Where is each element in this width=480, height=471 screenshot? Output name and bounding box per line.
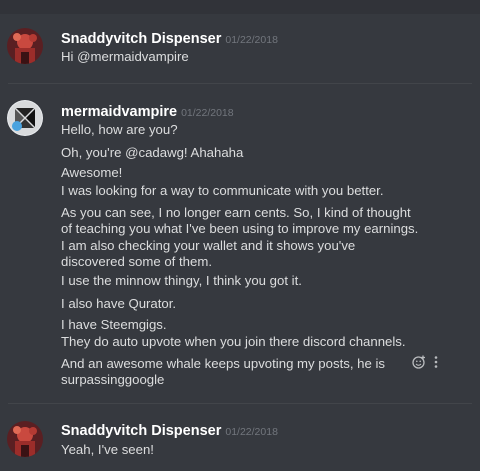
more-options-icon[interactable]: [434, 355, 438, 374]
message-header: Snaddyvitch Dispenser 01/22/2018: [61, 422, 278, 440]
message-text: Hello, how are you?: [61, 122, 178, 137]
username[interactable]: mermaidvampire: [61, 104, 177, 120]
message-text: I also have Qurator.: [61, 296, 177, 311]
username[interactable]: Snaddyvitch Dispenser: [61, 423, 221, 439]
message-actions: [412, 355, 438, 374]
username[interactable]: Snaddyvitch Dispenser: [61, 31, 221, 47]
message-divider: [8, 83, 472, 84]
message-text: I am also checking your wallet and it sh…: [61, 238, 356, 269]
message-text: I was looking for a way to communicate w…: [61, 183, 384, 198]
timestamp: 01/22/2018: [225, 426, 278, 438]
message-divider: [8, 403, 472, 404]
message-header: Snaddyvitch Dispenser 01/22/2018: [61, 30, 278, 48]
chat-messages: Snaddyvitch Dispenser 01/22/2018 Hi @merm…: [0, 0, 480, 471]
message-text: They do auto upvote when you join there …: [61, 334, 406, 349]
avatar[interactable]: [7, 100, 43, 136]
message-text: Awesome!: [61, 165, 123, 180]
scroll-fade: [0, 0, 480, 14]
message-text: Yeah, I've seen!: [61, 442, 154, 457]
message-text: As you can see, I no longer earn cents. …: [61, 205, 419, 236]
message-text: Oh, you're @cadawg! Ahahaha: [61, 145, 244, 160]
message-text: I have Steemgigs.: [61, 317, 167, 332]
avatar[interactable]: [7, 28, 43, 64]
message-text: And an awesome whale keeps upvoting my p…: [61, 356, 386, 387]
timestamp: 01/22/2018: [225, 34, 278, 46]
add-reaction-icon[interactable]: [412, 355, 426, 374]
message-text: I use the minnow thingy, I think you got…: [61, 273, 302, 288]
timestamp: 01/22/2018: [181, 107, 234, 119]
message-header: mermaidvampire 01/22/2018: [61, 103, 234, 121]
avatar[interactable]: [7, 421, 43, 457]
message-text: Hi @mermaidvampire: [61, 49, 189, 64]
